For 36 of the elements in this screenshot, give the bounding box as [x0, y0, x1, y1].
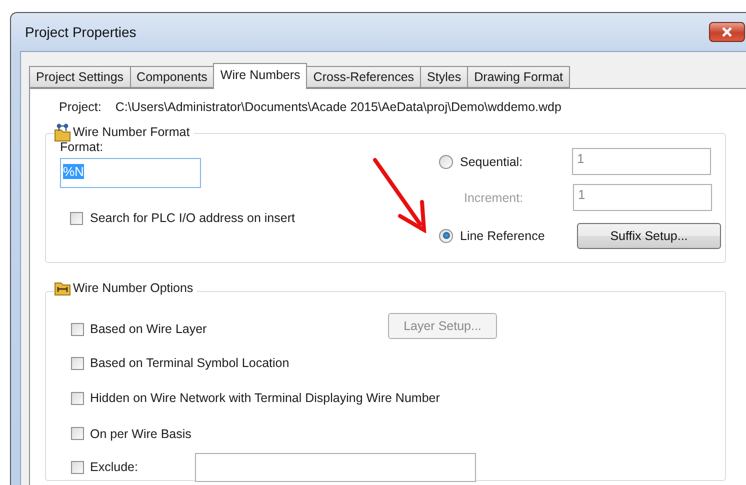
- radio-label: Line Reference: [460, 228, 546, 242]
- radio-label: Sequential:: [460, 154, 524, 168]
- tab[interactable]: Styles: [420, 66, 468, 88]
- group-title: Wire Number Format: [73, 125, 190, 139]
- increment-label: Increment:: [464, 190, 524, 204]
- exclude-field[interactable]: [195, 452, 476, 482]
- checkbox[interactable]: [70, 212, 83, 224]
- checkbox[interactable]: [71, 356, 84, 370]
- radio-button[interactable]: [439, 154, 453, 168]
- checkbox-label: Based on Wire Layer: [90, 322, 208, 336]
- checkbox-label: Hidden on Wire Network with Terminal Displaying Wire Number: [90, 391, 440, 405]
- tab[interactable]: Cross-References: [306, 66, 422, 88]
- checkbox[interactable]: [71, 322, 84, 336]
- network-folder-icon: [54, 122, 71, 142]
- start-field[interactable]: 1: [572, 148, 711, 175]
- checkbox-label: On per Wire Basis: [90, 426, 192, 440]
- checkbox-label: Search for PLC I/O address on insert: [90, 211, 295, 225]
- window-title: Project Properties: [25, 24, 136, 40]
- checkbox[interactable]: [71, 460, 84, 474]
- checkbox[interactable]: [71, 392, 84, 404]
- suffix-setup-button[interactable]: Suffix Setup...: [577, 222, 721, 248]
- group-title: Wire Number Options: [73, 281, 194, 295]
- tab[interactable]: Project Settings: [29, 66, 131, 88]
- tab[interactable]: Components: [130, 66, 214, 88]
- wire-folder-icon: [54, 280, 71, 296]
- radio-button[interactable]: [439, 228, 453, 242]
- checkbox[interactable]: [71, 427, 84, 440]
- project-path: C:\Users\Administrator\Documents\Acade 2015\AeData\proj\Demo\wddemo.wdp: [115, 100, 562, 114]
- tab[interactable]: Wire Numbers: [213, 63, 308, 89]
- checkbox-label: Based on Terminal Symbol Location: [90, 356, 290, 370]
- project-label: Project:: [59, 100, 102, 114]
- close-icon: [721, 27, 733, 37]
- tab[interactable]: Drawing Format: [467, 66, 570, 88]
- close-button[interactable]: [709, 22, 745, 42]
- checkbox-label: Exclude:: [90, 460, 139, 474]
- format-label: Format:: [60, 140, 104, 154]
